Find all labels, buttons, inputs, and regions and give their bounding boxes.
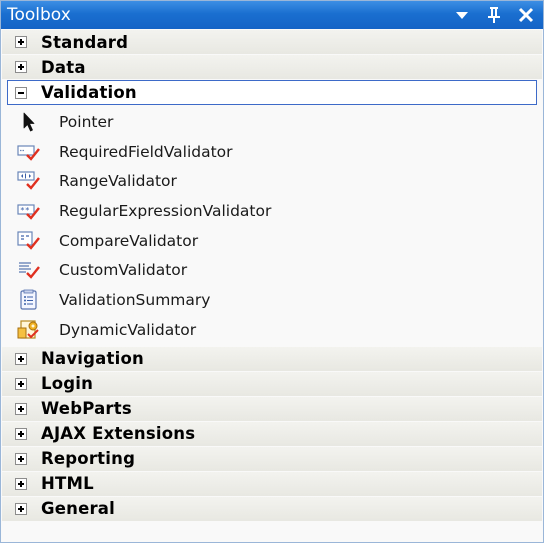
toolbox-item-comparevalidator[interactable]: CompareValidator bbox=[1, 226, 543, 256]
item-label: RegularExpressionValidator bbox=[59, 201, 272, 220]
window-title: Toolbox bbox=[7, 5, 71, 25]
group-ajax-extensions[interactable]: AJAX Extensions bbox=[2, 421, 542, 447]
toolbox-item-rangevalidator[interactable]: RangeValidator bbox=[1, 166, 543, 196]
group-label: WebParts bbox=[41, 399, 132, 418]
group-html[interactable]: HTML bbox=[2, 471, 542, 497]
group-label: Reporting bbox=[41, 449, 136, 468]
expand-icon[interactable] bbox=[15, 352, 27, 365]
required-field-validator-icon bbox=[17, 141, 41, 163]
toolbox-item-customvalidator[interactable]: CustomValidator bbox=[1, 255, 543, 285]
group-label: Navigation bbox=[41, 349, 144, 368]
item-label: CustomValidator bbox=[59, 261, 188, 280]
expand-icon[interactable] bbox=[15, 36, 27, 48]
toolbox-item-regularexpressionvalidator[interactable]: ** RegularExpressionValidator bbox=[1, 196, 543, 226]
validation-summary-icon bbox=[17, 289, 41, 311]
regular-expression-validator-icon: ** bbox=[17, 200, 41, 222]
group-data[interactable]: Data bbox=[2, 55, 542, 80]
expand-icon[interactable] bbox=[15, 477, 27, 490]
expand-icon[interactable] bbox=[15, 427, 27, 440]
item-label: RequiredFieldValidator bbox=[59, 142, 233, 161]
group-label: Standard bbox=[41, 32, 129, 52]
pointer-icon bbox=[17, 111, 41, 133]
validation-items: Pointer RequiredFieldValidator RangeVali… bbox=[1, 105, 543, 347]
group-label: Data bbox=[41, 57, 86, 77]
pin-icon[interactable] bbox=[483, 4, 505, 26]
group-webparts[interactable]: WebParts bbox=[2, 396, 542, 422]
close-icon[interactable] bbox=[515, 4, 537, 26]
toolbox-titlebar[interactable]: Toolbox bbox=[1, 1, 543, 29]
item-label: RangeValidator bbox=[59, 172, 177, 191]
group-label: Validation bbox=[41, 83, 137, 102]
expand-icon[interactable] bbox=[15, 402, 27, 415]
expand-icon[interactable] bbox=[15, 61, 27, 73]
dropdown-arrow-icon[interactable] bbox=[451, 4, 473, 26]
expand-icon[interactable] bbox=[15, 377, 27, 390]
item-label: DynamicValidator bbox=[59, 320, 197, 339]
custom-validator-icon bbox=[17, 259, 41, 281]
group-label: Login bbox=[41, 374, 94, 393]
compare-validator-icon bbox=[17, 230, 41, 252]
group-standard[interactable]: Standard bbox=[2, 30, 542, 55]
item-label: CompareValidator bbox=[59, 231, 199, 250]
group-label: AJAX Extensions bbox=[41, 424, 196, 443]
group-label: HTML bbox=[41, 474, 94, 493]
window-controls bbox=[451, 4, 537, 26]
group-navigation[interactable]: Navigation bbox=[2, 346, 542, 372]
expand-icon[interactable] bbox=[15, 502, 27, 515]
group-login[interactable]: Login bbox=[2, 371, 542, 397]
collapse-icon[interactable] bbox=[15, 86, 27, 99]
group-validation[interactable]: Validation bbox=[7, 80, 537, 105]
toolbox-item-dynamicvalidator[interactable]: DynamicValidator bbox=[1, 315, 543, 345]
dynamic-validator-icon bbox=[17, 319, 41, 341]
toolbox-item-validationsummary[interactable]: ValidationSummary bbox=[1, 285, 543, 315]
group-reporting[interactable]: Reporting bbox=[2, 446, 542, 472]
item-label: Pointer bbox=[59, 112, 114, 131]
expand-icon[interactable] bbox=[15, 452, 27, 465]
group-general[interactable]: General bbox=[2, 496, 542, 522]
toolbox-item-requiredfieldvalidator[interactable]: RequiredFieldValidator bbox=[1, 137, 543, 167]
toolbox-list: Standard Data Validation Pointer Require… bbox=[1, 29, 543, 522]
group-label: General bbox=[41, 499, 115, 518]
range-validator-icon bbox=[17, 170, 41, 192]
toolbox-window: Toolbox Standard Data Validation Pointer… bbox=[0, 0, 544, 543]
item-label: ValidationSummary bbox=[59, 290, 211, 309]
toolbox-item-pointer[interactable]: Pointer bbox=[1, 107, 543, 137]
